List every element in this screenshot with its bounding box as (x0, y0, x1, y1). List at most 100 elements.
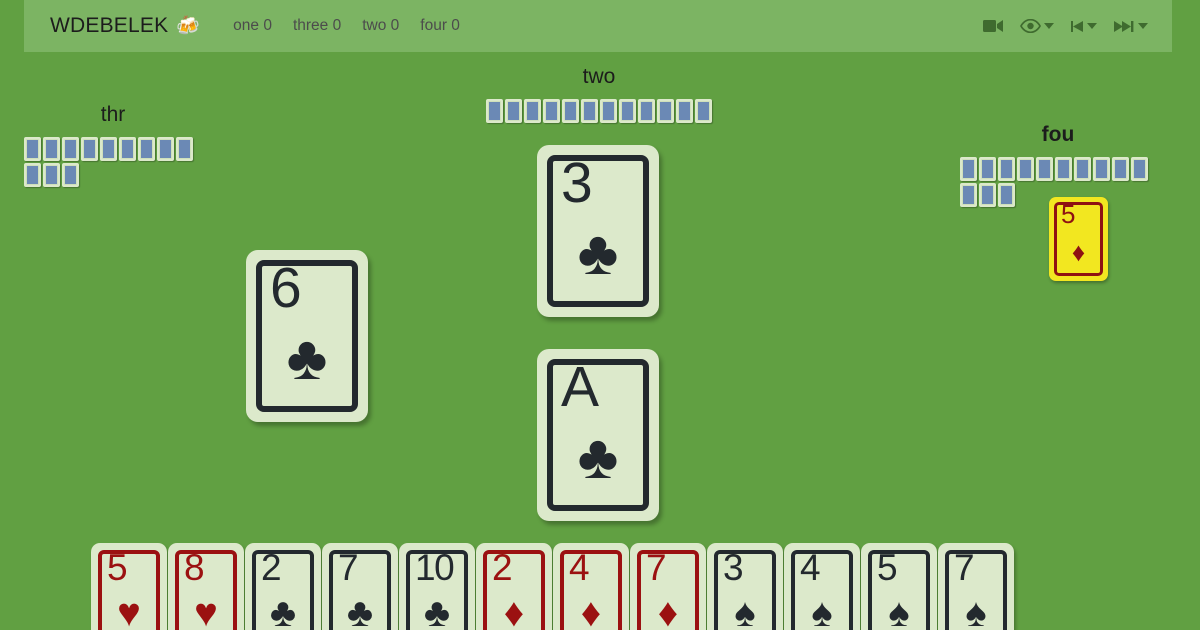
nav-scores: one 0 three 0 two 0 four 0 (233, 17, 460, 35)
video-camera-button[interactable] (983, 19, 1003, 33)
face-down-card (960, 157, 977, 181)
hand-card[interactable]: 3 ♠ (707, 543, 783, 630)
eye-icon (1020, 19, 1041, 33)
hand-card-frame: 8 ♥ (175, 549, 237, 630)
hand-card-frame: 2 ♦ (483, 547, 545, 630)
brand[interactable]: WDEBELEK 🍻 (50, 14, 200, 38)
face-down-card (998, 183, 1015, 207)
card-back-pattern (526, 101, 539, 121)
card-back-pattern (545, 101, 558, 121)
diamond-suit-icon: ♦ (580, 591, 602, 630)
table-card-rank: 3 (561, 151, 593, 215)
table-card-rank: 6 (270, 256, 302, 320)
card-back-pattern (962, 159, 975, 179)
face-down-card (657, 99, 674, 123)
face-down-card (24, 163, 41, 187)
nav-score-four: four 0 (420, 17, 460, 34)
card-back-pattern (102, 139, 115, 159)
spade-suit-icon: ♠ (734, 591, 756, 630)
hand-card[interactable]: 10 ♣ (399, 543, 475, 630)
card-back-pattern (1019, 159, 1032, 179)
club-suit-icon: ♣ (577, 423, 619, 492)
nav-score-two: two 0 (362, 17, 400, 34)
card-back-pattern (1133, 159, 1146, 179)
chevron-down-icon (1044, 23, 1054, 29)
hand-card[interactable]: 5 ♠ (861, 543, 937, 630)
diamond-suit-icon: ♦ (657, 591, 679, 630)
card-back-pattern (1076, 159, 1089, 179)
nav-score-three: three 0 (292, 17, 342, 34)
face-down-card (979, 183, 996, 207)
eye-toggle-button[interactable] (1020, 19, 1054, 33)
card-back-pattern (697, 101, 710, 121)
diamond-suit-icon: ♦ (503, 591, 525, 630)
hand-card[interactable]: 2 ♦ (476, 543, 552, 630)
opponent-three-cards (24, 137, 204, 187)
face-down-card (119, 137, 136, 161)
face-down-card (1036, 157, 1053, 181)
card-back-pattern (64, 139, 77, 159)
hand-card-frame: 4 ♠ (791, 549, 853, 630)
step-backward-button[interactable] (1071, 20, 1097, 33)
hand-card-rank: 2 (492, 547, 513, 588)
card-back-pattern (1000, 159, 1013, 179)
hand-card[interactable]: 5 ♥ (91, 543, 167, 630)
card-back-pattern (1095, 159, 1108, 179)
face-down-card (619, 99, 636, 123)
club-suit-icon: ♣ (423, 591, 451, 630)
hand-card[interactable]: 2 ♣ (245, 543, 321, 630)
hand-card-frame: 10 ♣ (406, 547, 468, 630)
table-card-frame: 6 ♣ (256, 260, 358, 412)
club-suit-icon: ♣ (286, 324, 328, 393)
card-back-pattern (1000, 185, 1013, 205)
face-down-card (581, 99, 598, 123)
card-back-pattern (1038, 159, 1051, 179)
hand-card-rank: 5 (877, 547, 898, 588)
face-down-card (100, 137, 117, 161)
face-down-card (979, 157, 996, 181)
step-backward-icon (1071, 20, 1084, 33)
face-down-card (62, 163, 79, 187)
hand-card-frame: 2 ♣ (252, 549, 314, 630)
card-back-pattern (64, 165, 77, 185)
played-card-highlighted[interactable]: 5 ♦ (1049, 197, 1108, 281)
club-suit-icon: ♣ (577, 219, 619, 288)
hand-card[interactable]: 4 ♠ (784, 543, 860, 630)
face-down-card (695, 99, 712, 123)
card-back-pattern (507, 101, 520, 121)
table-card[interactable]: 3 ♣ (537, 145, 659, 317)
card-back-pattern (83, 139, 96, 159)
club-suit-icon: ♣ (269, 591, 297, 630)
face-down-card (524, 99, 541, 123)
face-down-card (562, 99, 579, 123)
hand-card-frame: 3 ♠ (714, 547, 776, 630)
face-down-card (600, 99, 617, 123)
face-down-card (1074, 157, 1091, 181)
face-down-card (24, 137, 41, 161)
card-back-pattern (45, 165, 58, 185)
diamond-suit-icon: ♦ (1071, 237, 1086, 267)
face-down-card (1093, 157, 1110, 181)
face-down-card (138, 137, 155, 161)
spade-suit-icon: ♠ (811, 591, 833, 630)
hand-card-frame: 5 ♥ (98, 549, 160, 630)
hand-card[interactable]: 7 ♦ (630, 543, 706, 630)
face-down-card (1112, 157, 1129, 181)
hand-card-rank: 10 (415, 547, 455, 588)
skip-forward-button[interactable] (1114, 20, 1148, 33)
card-back-pattern (26, 139, 39, 159)
face-down-card (638, 99, 655, 123)
opponent-two-name: two (582, 65, 616, 88)
player-hand: 5 ♥ 8 ♥ 2 ♣ 7 ♣ 10 ♣ 2 ♦ 4 ♦ 7 ♦ 3 ♠ 4 ♠ 5 ♠ 7 ♠ (91, 543, 1014, 630)
hand-card-frame: 7 ♦ (637, 549, 699, 630)
hand-card[interactable]: 8 ♥ (168, 543, 244, 630)
face-down-card (543, 99, 560, 123)
brand-label: WDEBELEK (50, 14, 169, 37)
hand-card[interactable]: 4 ♦ (553, 543, 629, 630)
hand-card[interactable]: 7 ♣ (322, 543, 398, 630)
table-card[interactable]: A ♣ (537, 349, 659, 521)
card-back-pattern (1114, 159, 1127, 179)
table-card[interactable]: 6 ♣ (246, 250, 368, 422)
hand-card-rank: 3 (723, 547, 744, 588)
hand-card[interactable]: 7 ♠ (938, 543, 1014, 630)
